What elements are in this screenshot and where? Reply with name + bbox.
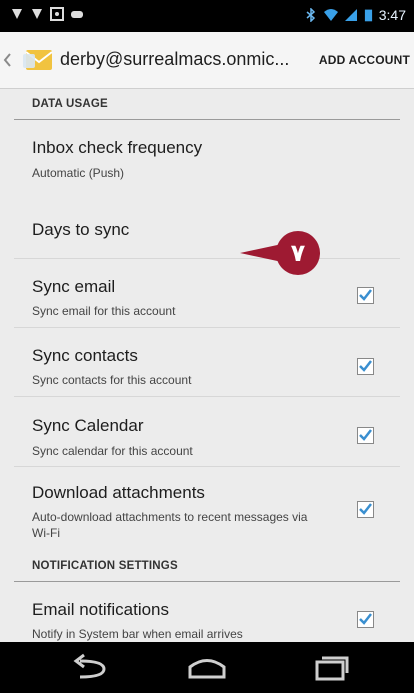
- days-to-sync-row[interactable]: Days to sync: [14, 192, 400, 259]
- image-icon: [50, 7, 64, 21]
- checkbox-email-notifications[interactable]: [357, 611, 374, 628]
- wifi-icon: [323, 9, 338, 21]
- row-summary: Notify in System bar when email arrives: [32, 627, 243, 641]
- section-label: NOTIFICATION SETTINGS: [32, 560, 178, 572]
- annotation-pointer: ٧: [240, 231, 320, 275]
- navigation-bar: [0, 642, 414, 693]
- section-header-notification-settings: NOTIFICATION SETTINGS: [14, 551, 400, 582]
- row-title: Inbox check frequency: [32, 138, 203, 157]
- email-app-icon[interactable]: [22, 44, 56, 76]
- row-summary: Sync contacts for this account: [32, 373, 192, 387]
- checkbox-sync-calendar[interactable]: [357, 427, 374, 444]
- download-icon: [12, 9, 22, 19]
- gamepad-icon: [71, 11, 83, 18]
- row-title: Days to sync: [32, 220, 130, 239]
- recent-apps-icon[interactable]: [309, 652, 353, 682]
- row-summary: Auto-download attachments to recent mess…: [32, 510, 308, 540]
- download-icon: [32, 9, 42, 19]
- section-label: DATA USAGE: [32, 98, 108, 110]
- row-title: Sync contacts: [32, 346, 138, 365]
- section-header-data-usage: DATA USAGE: [14, 89, 400, 120]
- row-summary: Automatic (Push): [32, 166, 125, 180]
- row-title: Download attachments: [32, 483, 205, 502]
- checkbox-sync-contacts[interactable]: [357, 358, 374, 375]
- checkbox-sync-email[interactable]: [357, 287, 374, 304]
- up-caret-icon[interactable]: [2, 50, 12, 70]
- account-title: derby@surrealmacs.onmic...: [60, 49, 290, 69]
- inbox-check-frequency-row[interactable]: Inbox check frequency Automatic (Push): [14, 120, 400, 192]
- annotation-number: ٧: [291, 239, 306, 267]
- status-bar: 3:47: [0, 0, 414, 32]
- add-account-button[interactable]: ADD ACCOUNT: [319, 53, 410, 67]
- home-icon[interactable]: [185, 652, 229, 682]
- email-notifications-row[interactable]: Email notifications Notify in System bar…: [14, 582, 400, 642]
- clock: 3:47: [378, 7, 406, 23]
- row-title: Email notifications: [32, 600, 170, 619]
- sync-email-row[interactable]: Sync email Sync email for this account: [14, 259, 400, 328]
- settings-list[interactable]: DATA USAGE Inbox check frequency Automat…: [0, 89, 414, 642]
- row-title: Sync Calendar: [32, 416, 144, 435]
- download-attachments-row[interactable]: Download attachments Auto-download attac…: [14, 467, 400, 551]
- sync-calendar-row[interactable]: Sync Calendar Sync calendar for this acc…: [14, 397, 400, 467]
- row-summary: Sync email for this account: [32, 304, 176, 318]
- checkbox-download-attachments[interactable]: [357, 501, 374, 518]
- row-title: Sync email: [32, 277, 116, 296]
- signal-icon: [344, 9, 357, 21]
- sync-contacts-row[interactable]: Sync contacts Sync contacts for this acc…: [14, 328, 400, 397]
- bluetooth-icon: [306, 8, 315, 22]
- action-bar: derby@surrealmacs.onmic... ADD ACCOUNT: [0, 32, 414, 89]
- row-summary: Sync calendar for this account: [32, 444, 193, 458]
- battery-icon: [364, 9, 372, 22]
- back-icon[interactable]: [68, 652, 112, 682]
